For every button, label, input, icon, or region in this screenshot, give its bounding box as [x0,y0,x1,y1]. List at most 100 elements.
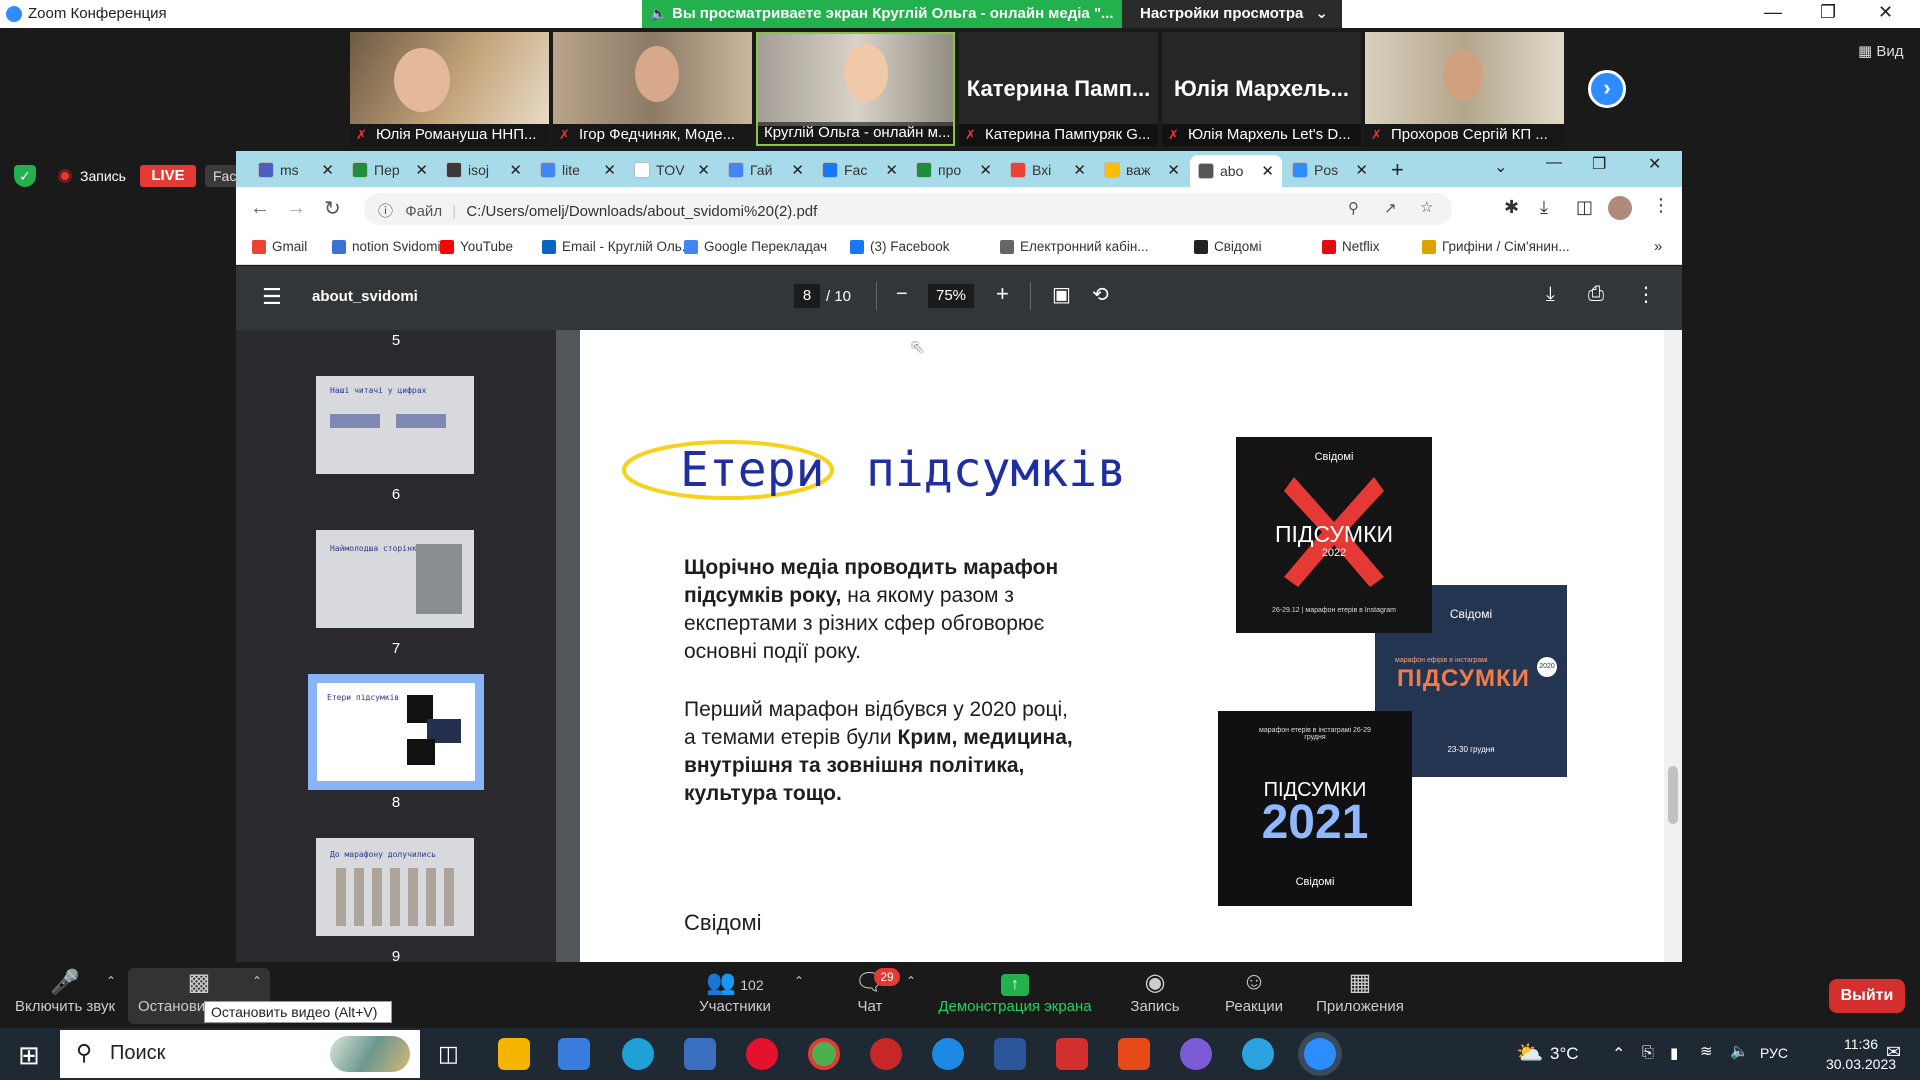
bookmark-item[interactable]: YouTube [440,239,513,254]
chat-button[interactable]: 🗨 Чат 29 [840,968,900,1015]
reload-icon[interactable]: ↻ [324,196,341,221]
yandex-browser-icon[interactable] [870,1038,902,1070]
pdf-scrollbar[interactable] [1664,330,1682,962]
taskbar-search-box[interactable]: ⚲ Поиск [60,1030,420,1078]
view-button[interactable]: ▦ Вид [1858,42,1903,60]
participant-tile-active-speaker[interactable]: Круглій Ольга - онлайн м... [756,32,955,146]
microsoft-store-icon[interactable] [558,1038,590,1070]
next-participants-button[interactable]: › [1588,70,1626,108]
volume-icon[interactable]: 🔈 [1730,1042,1749,1060]
weather-temperature[interactable]: 3°C [1550,1044,1579,1064]
browser-tab[interactable]: isoj ✕ [438,155,530,185]
bookmark-item[interactable]: Грифіни / Сім'янин... [1422,239,1570,254]
tab-close-icon[interactable]: ✕ [603,161,624,179]
bookmark-item[interactable]: Gmail [252,239,307,254]
bookmark-item[interactable]: Свідомі [1194,239,1262,254]
windows-start-icon[interactable]: ⊞ [18,1040,40,1071]
tab-close-icon[interactable]: ✕ [415,161,436,179]
leave-meeting-button[interactable]: Выйти [1829,979,1905,1013]
browser-close-icon[interactable]: ✕ [1648,154,1661,174]
extensions-icon[interactable]: ✱ [1504,197,1519,218]
tray-device-icon[interactable]: ⎘ [1642,1044,1654,1061]
browser-minimize-icon[interactable]: — [1546,154,1562,172]
viber-icon[interactable] [1180,1038,1212,1070]
recording-indicator[interactable]: Запись [58,168,126,184]
browser-tab[interactable]: важ ✕ [1096,155,1188,185]
zoom-in-icon[interactable]: + [996,281,1009,307]
tab-close-icon[interactable]: ✕ [697,161,718,179]
browser-tab[interactable]: abo ✕ [1190,155,1282,187]
remote-desktop-icon[interactable] [684,1038,716,1070]
battery-icon[interactable]: ▮ [1670,1044,1678,1062]
tab-close-icon[interactable]: ✕ [791,161,812,179]
browser-tab[interactable]: про ✕ [908,155,1000,185]
download-icon[interactable]: ⤓ [1546,283,1555,306]
acrobat-icon[interactable] [1056,1038,1088,1070]
browser-tab[interactable]: Пер ✕ [344,155,436,185]
zoom-app-icon[interactable] [1304,1038,1336,1070]
minimize-icon[interactable]: — [1764,2,1782,23]
back-icon[interactable]: ← [250,197,270,220]
record-button[interactable]: ◉ Запись [1120,968,1190,1015]
more-bookmarks-button[interactable]: » [1654,238,1662,255]
participant-tile[interactable]: ✗ Прохоров Сергій КП ... [1365,32,1564,146]
bookmark-item[interactable]: Google Перекладач [684,239,827,254]
bookmark-item[interactable]: Електронний кабін... [1000,239,1149,254]
bookmark-star-icon[interactable]: ☆ [1420,198,1433,216]
participant-tile[interactable]: ✗ Ігор Федчиняк, Моде... [553,32,752,146]
word-icon[interactable] [994,1038,1026,1070]
ccleaner-icon[interactable] [932,1038,964,1070]
wifi-icon[interactable]: ≋ [1700,1042,1713,1060]
tab-close-icon[interactable]: ✕ [1355,161,1376,179]
thumbnail-page-8-selected[interactable]: Етери підсумків [308,674,484,790]
downloads-icon[interactable]: ⤓ [1540,197,1548,218]
tab-search-icon[interactable]: ⌄ [1494,157,1507,177]
tab-close-icon[interactable]: ✕ [321,161,342,179]
bookmark-item[interactable]: (3) Facebook [850,239,950,254]
bookmark-item[interactable]: Email - Круглій Оль... [542,239,693,254]
browser-tab[interactable]: Гай ✕ [720,155,812,185]
thumbnail-page-6[interactable]: Наші читачі у цифрах [316,376,474,474]
participant-tile[interactable]: ✗ Юлія Романуша ННП... [350,32,549,146]
browser-tab[interactable]: TOV ✕ [626,155,718,185]
thumbnail-page-7[interactable]: Наймолодша сторінка [316,530,474,628]
participant-tile[interactable]: Катерина Памп... ✗ Катерина Пампуряк G... [959,32,1158,146]
task-view-icon[interactable]: ◫ [438,1041,459,1067]
chat-chevron-icon[interactable]: ⌃ [906,974,916,988]
security-shield-icon[interactable]: ✓ [14,165,36,187]
audio-options-chevron-icon[interactable]: ⌃ [106,974,116,988]
tab-close-icon[interactable]: ✕ [509,161,530,179]
browser-tab[interactable]: lite ✕ [532,155,624,185]
close-icon[interactable]: ✕ [1878,2,1893,23]
print-icon[interactable]: ⎙ [1588,283,1604,306]
zoom-out-icon[interactable]: − [896,283,908,306]
tab-close-icon[interactable]: ✕ [885,161,906,179]
video-options-chevron-icon[interactable]: ⌃ [252,974,262,988]
foxit-reader-icon[interactable] [1118,1038,1150,1070]
view-settings-button[interactable]: Настройки просмотра ⌄ [1122,0,1342,28]
notifications-icon[interactable]: ✉ [1886,1042,1901,1063]
weather-icon[interactable]: ⛅ [1516,1040,1543,1066]
edge-icon[interactable] [622,1038,654,1070]
more-options-icon[interactable]: ⋮ [1636,282,1656,307]
chrome-icon[interactable] [808,1038,840,1070]
bookmark-item[interactable]: notion Svidomi [332,239,441,254]
browser-tab[interactable]: Pos ✕ [1284,155,1376,185]
apps-button[interactable]: ▦ Приложения [1310,968,1410,1015]
zoom-search-icon[interactable]: ⚲ [1348,199,1359,217]
address-bar[interactable]: ⓘ Файл | C:/Users/omelj/Downloads/about_… [364,193,1452,225]
opera-icon[interactable] [746,1038,778,1070]
tab-close-icon[interactable]: ✕ [1073,161,1094,179]
share-icon[interactable]: ↗ [1384,199,1397,217]
pdf-scroll-thumb[interactable] [1668,766,1678,824]
tab-close-icon[interactable]: ✕ [979,161,1000,179]
browser-tab[interactable]: Вхі ✕ [1002,155,1094,185]
profile-avatar[interactable] [1608,196,1632,220]
browser-tab[interactable]: Fac ✕ [814,155,906,185]
tab-close-icon[interactable]: ✕ [1167,161,1188,179]
bookmark-item[interactable]: Netflix [1322,239,1380,254]
menu-icon[interactable]: ☰ [262,284,282,310]
thumbnail-page-9[interactable]: До марафону долучились [316,838,474,936]
page-number-input[interactable]: 8 [794,284,820,308]
zoom-level-input[interactable]: 75% [928,284,974,308]
